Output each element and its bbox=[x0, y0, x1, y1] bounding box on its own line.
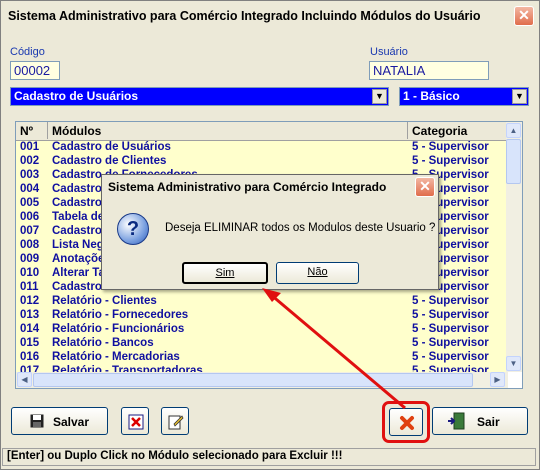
column-header-modulos[interactable]: Módulos bbox=[48, 122, 408, 139]
annotation-highlight-box bbox=[382, 401, 430, 443]
table-row[interactable]: 016 Relatório - Mercadorias 5 - Supervisor bbox=[16, 351, 508, 365]
table-cell-categoria: 5 - Supervisor bbox=[412, 155, 489, 167]
table-cell-categoria: 5 - Supervisor bbox=[412, 141, 489, 153]
column-header-categoria[interactable]: Categoria bbox=[408, 122, 508, 139]
sair-label: Sair bbox=[477, 415, 500, 429]
sair-button[interactable]: Sair bbox=[432, 407, 528, 435]
sim-label: Sim bbox=[215, 267, 235, 279]
scroll-right-icon[interactable]: ▶ bbox=[490, 372, 505, 387]
usuario-label: Usuário bbox=[370, 46, 408, 58]
table-cell-n: 006 bbox=[20, 211, 40, 223]
table-cell-n: 013 bbox=[20, 309, 40, 321]
chevron-down-icon[interactable]: ▼ bbox=[372, 89, 387, 104]
table-cell-modulo: Relatório - Fornecedores bbox=[52, 309, 189, 321]
table-cell-modulo: Cadastro de Clientes bbox=[52, 155, 167, 167]
dialog-message: Deseja ELIMINAR todos os Modulos deste U… bbox=[165, 222, 436, 234]
dialog-title: Sistema Administrativo para Comércio Int… bbox=[108, 180, 387, 194]
table-cell-n: 012 bbox=[20, 295, 40, 307]
edit-button[interactable] bbox=[161, 407, 189, 435]
table-cell-n: 004 bbox=[20, 183, 40, 195]
nivel-select[interactable]: 1 - Básico ▼ bbox=[399, 87, 529, 106]
title-bar: Sistema Administrativo para Comércio Int… bbox=[1, 1, 539, 31]
codigo-label: Código bbox=[10, 46, 45, 58]
save-icon bbox=[30, 414, 44, 428]
table-cell-n: 009 bbox=[20, 253, 40, 265]
vertical-scroll-thumb[interactable] bbox=[506, 139, 521, 184]
exit-door-icon bbox=[448, 412, 465, 430]
table-cell-categoria: 5 - Supervisor bbox=[412, 295, 489, 307]
table-cell-modulo: Relatório - Funcionários bbox=[52, 323, 185, 335]
edit-icon bbox=[168, 415, 184, 430]
table-cell-n: 011 bbox=[20, 281, 39, 293]
table-cell-n: 005 bbox=[20, 197, 40, 209]
scroll-up-icon[interactable]: ▲ bbox=[506, 123, 521, 138]
horizontal-scroll-thumb[interactable] bbox=[33, 373, 473, 387]
table-row[interactable]: 001 Cadastro de Usuários 5 - Supervisor bbox=[16, 141, 508, 155]
scroll-left-icon[interactable]: ◀ bbox=[17, 372, 32, 387]
table-row[interactable]: 013 Relatório - Fornecedores 5 - Superviso… bbox=[16, 309, 508, 323]
close-icon[interactable]: ✕ bbox=[514, 6, 534, 26]
table-cell-categoria: 5 - Supervisor bbox=[412, 323, 489, 335]
sim-button[interactable]: Sim bbox=[182, 262, 268, 284]
table-cell-n: 003 bbox=[20, 169, 40, 181]
table-cell-n: 016 bbox=[20, 351, 40, 363]
salvar-button[interactable]: Salvar bbox=[11, 407, 108, 435]
question-icon: ? bbox=[117, 213, 149, 245]
table-cell-n: 010 bbox=[20, 267, 40, 279]
table-cell-n: 008 bbox=[20, 239, 40, 251]
table-cell-n: 002 bbox=[20, 155, 40, 167]
table-row[interactable]: 002 Cadastro de Clientes 5 - Supervisor bbox=[16, 155, 508, 169]
table-cell-n: 014 bbox=[20, 323, 40, 335]
table-cell-n: 001 bbox=[20, 141, 40, 153]
nivel-select-value: 1 - Básico bbox=[403, 89, 460, 103]
modulo-select-value: Cadastro de Usuários bbox=[14, 89, 139, 103]
vertical-scrollbar[interactable]: ▲ ▼ bbox=[506, 122, 522, 372]
table-cell-categoria: 5 - Supervisor bbox=[412, 309, 489, 321]
table-cell-categoria: 5 - Supervisor bbox=[412, 351, 489, 363]
nao-label: Não bbox=[307, 266, 328, 278]
usuario-field[interactable]: NATALIA bbox=[369, 61, 489, 80]
table-row[interactable]: 012 Relatório - Clientes 5 - Supervisor bbox=[16, 295, 508, 309]
dialog-title-bar: Sistema Administrativo para Comércio Int… bbox=[102, 175, 438, 199]
grid-header: Nº Módulos Categoria bbox=[16, 122, 508, 141]
table-cell-n: 007 bbox=[20, 225, 40, 237]
table-cell-modulo: Relatório - Clientes bbox=[52, 295, 157, 307]
salvar-label: Salvar bbox=[53, 415, 90, 429]
scroll-down-icon[interactable]: ▼ bbox=[506, 356, 521, 371]
dialog-close-icon[interactable]: ✕ bbox=[415, 177, 435, 197]
table-row[interactable]: 014 Relatório - Funcionários 5 - Superviso… bbox=[16, 323, 508, 337]
modulo-select[interactable]: Cadastro de Usuários ▼ bbox=[10, 87, 389, 106]
chevron-down-icon[interactable]: ▼ bbox=[512, 89, 527, 104]
column-header-numero[interactable]: Nº bbox=[16, 122, 48, 139]
table-row[interactable]: 015 Relatório - Bancos 5 - Supervisor bbox=[16, 337, 508, 351]
table-cell-modulo: Relatório - Bancos bbox=[52, 337, 154, 349]
table-cell-n: 015 bbox=[20, 337, 40, 349]
status-bar: [Enter] ou Duplo Click no Módulo selecio… bbox=[2, 448, 536, 466]
horizontal-scrollbar[interactable]: ◀ ▶ bbox=[16, 372, 508, 388]
delete-module-icon bbox=[128, 414, 144, 430]
window-title: Sistema Administrativo para Comércio Int… bbox=[8, 9, 481, 23]
confirm-dialog: Sistema Administrativo para Comércio Int… bbox=[101, 174, 439, 290]
table-cell-modulo: Cadastro de Usuários bbox=[52, 141, 171, 153]
codigo-field[interactable]: 00002 bbox=[10, 61, 60, 80]
table-cell-categoria: 5 - Supervisor bbox=[412, 337, 489, 349]
table-cell-modulo: Relatório - Mercadorias bbox=[52, 351, 180, 363]
nao-button[interactable]: Não bbox=[276, 262, 359, 284]
delete-module-button[interactable] bbox=[121, 407, 149, 435]
